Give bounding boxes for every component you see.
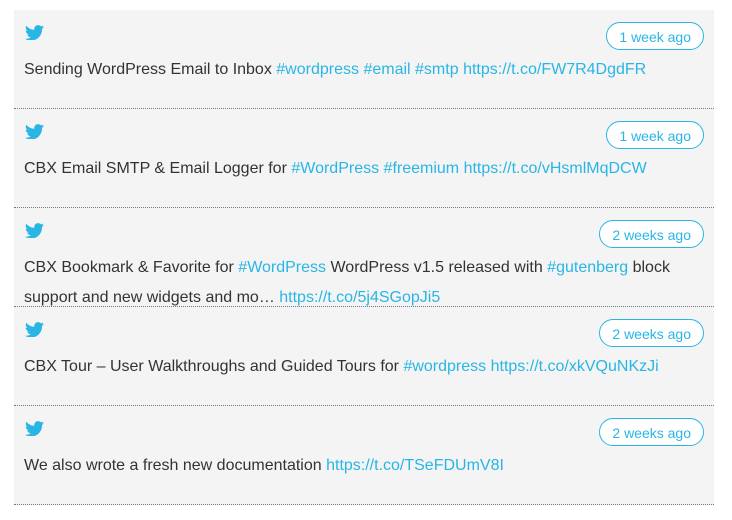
tweet-text: Sending WordPress Email to Inbox #wordpr… — [24, 55, 702, 85]
tweet-item: 2 weeks ago CBX Bookmark & Favorite for … — [14, 208, 714, 307]
twitter-feed: 1 week ago Sending WordPress Email to In… — [14, 10, 714, 505]
tweet-url-link[interactable]: https://t.co/5j4SGopJi5 — [279, 289, 440, 306]
tweet-time-link[interactable]: 2 weeks ago — [599, 220, 704, 248]
tweet-url-link[interactable]: https://t.co/xkVQuNKzJi — [491, 358, 659, 375]
hashtag-link[interactable]: #WordPress — [238, 259, 326, 276]
tweet-text-segment: We also wrote a fresh new documentation — [24, 457, 327, 474]
twitter-bird-icon — [25, 222, 45, 239]
twitter-bird-icon — [25, 24, 45, 41]
tweet-item: 2 weeks ago We also wrote a fresh new do… — [14, 406, 714, 505]
hashtag-link[interactable]: #wordpress — [276, 61, 359, 78]
twitter-bird-icon — [25, 321, 45, 338]
tweet-item: 1 week ago Sending WordPress Email to In… — [14, 10, 714, 109]
hashtag-link[interactable]: #gutenberg — [547, 259, 628, 276]
tweet-time-link[interactable]: 2 weeks ago — [599, 319, 704, 347]
tweet-text-segment: CBX Tour – User Walkthroughs and Guided … — [24, 358, 404, 375]
tweet-text: CBX Email SMTP & Email Logger for #WordP… — [24, 154, 702, 184]
tweet-text-segment: CBX Email SMTP & Email Logger for — [24, 160, 292, 177]
tweet-item: 1 week ago CBX Email SMTP & Email Logger… — [14, 109, 714, 208]
hashtag-link[interactable]: #wordpress — [403, 358, 486, 375]
tweet-time-link[interactable]: 2 weeks ago — [599, 418, 704, 446]
tweet-text-segment: Sending WordPress Email to Inbox — [24, 61, 277, 78]
tweet-text: We also wrote a fresh new documentation … — [24, 451, 702, 481]
twitter-bird-icon — [25, 420, 45, 437]
tweet-url-link[interactable]: https://t.co/FW7R4DgdFR — [463, 61, 646, 78]
tweet-url-link[interactable]: https://t.co/vHsmlMqDCW — [464, 160, 647, 177]
hashtag-link[interactable]: #smtp — [415, 61, 459, 78]
hashtag-link[interactable]: #WordPress — [291, 160, 379, 177]
tweet-time-link[interactable]: 1 week ago — [606, 121, 704, 149]
tweet-text-segment: CBX Bookmark & Favorite for — [24, 259, 239, 276]
twitter-bird-icon — [25, 123, 45, 140]
tweet-time-link[interactable]: 1 week ago — [606, 22, 704, 50]
tweet-url-link[interactable]: https://t.co/TSeFDUmV8I — [326, 457, 504, 474]
tweet-text-segment: WordPress v1.5 released with — [326, 259, 548, 276]
tweet-text: CBX Bookmark & Favorite for #WordPress W… — [24, 253, 702, 313]
tweet-text: CBX Tour – User Walkthroughs and Guided … — [24, 352, 702, 382]
hashtag-link[interactable]: #freemium — [384, 160, 460, 177]
tweet-item: 2 weeks ago CBX Tour – User Walkthroughs… — [14, 307, 714, 406]
hashtag-link[interactable]: #email — [363, 61, 410, 78]
